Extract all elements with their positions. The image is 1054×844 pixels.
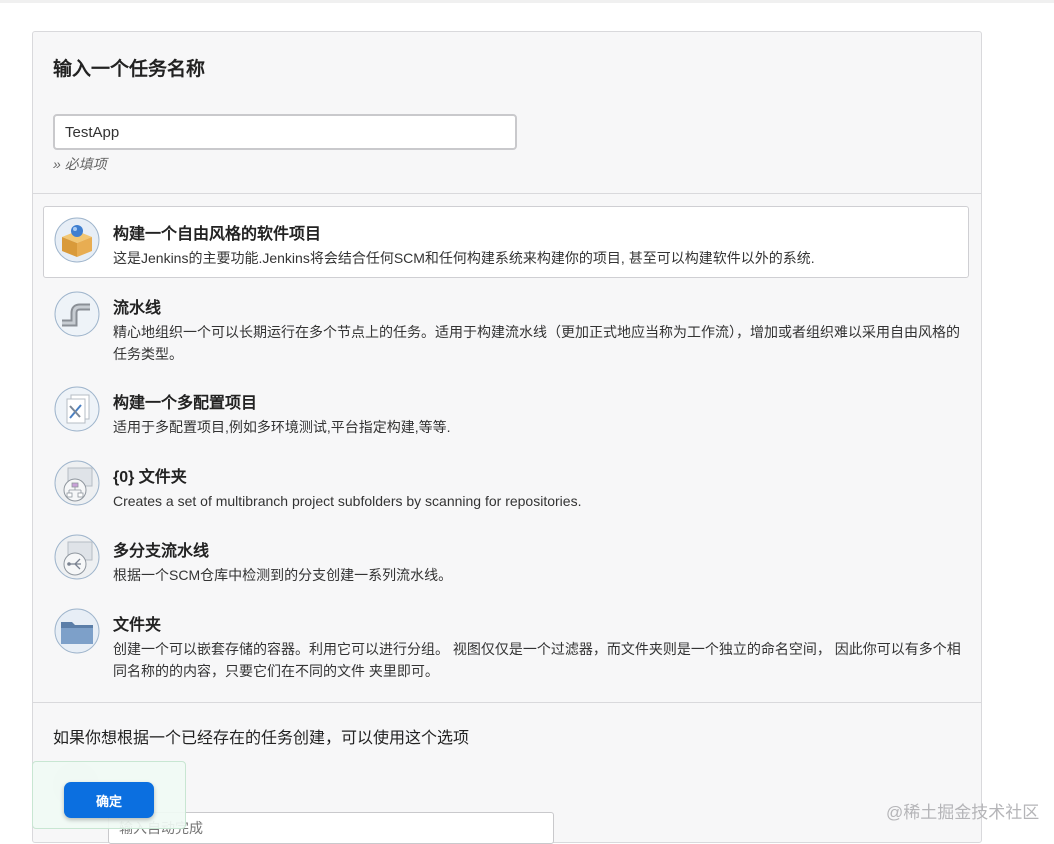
job-type-title: 文件夹 — [113, 617, 162, 634]
page-title: 输入一个任务名称 — [53, 59, 206, 80]
job-type-title: 构建一个自由风格的软件项目 — [113, 226, 322, 243]
divider — [33, 193, 981, 194]
job-type-folder[interactable]: 文件夹 创建一个可以嵌套存储的容器。利用它可以进行分组。 视图仅仅是一个过滤器，… — [43, 597, 969, 691]
job-type-description: 精心地组织一个可以长期运行在多个节点上的任务。适用于构建流水线（更加正式地应当称… — [113, 324, 960, 362]
job-type-title: 多分支流水线 — [113, 543, 210, 560]
job-type-title: 流水线 — [113, 300, 162, 317]
job-type-multibranch[interactable]: 多分支流水线 根据一个SCM仓库中检测到的分支创建一系列流水线。 — [43, 523, 969, 593]
folder-icon — [54, 608, 100, 654]
watermark: @稀土掘金技术社区 — [886, 803, 1040, 822]
item-name-input[interactable] — [53, 114, 517, 150]
required-note: » 必填项 — [53, 156, 107, 172]
ok-button[interactable]: 确定 — [64, 782, 154, 818]
copy-from-text: 如果你想根据一个已经存在的任务创建，可以使用这个选项 — [53, 730, 470, 747]
job-type-description: 适用于多配置项目,例如多环境测试,平台指定构建,等等. — [113, 419, 451, 435]
job-type-title: 构建一个多配置项目 — [113, 395, 258, 412]
divider — [33, 702, 981, 703]
job-type-freestyle[interactable]: 构建一个自由风格的软件项目 这是Jenkins的主要功能.Jenkins将会结合… — [43, 206, 969, 278]
job-type-description: 根据一个SCM仓库中检测到的分支创建一系列流水线。 — [113, 567, 453, 583]
job-type-description: 创建一个可以嵌套存储的容器。利用它可以进行分组。 视图仅仅是一个过滤器，而文件夹… — [113, 641, 961, 679]
freestyle-box-icon — [54, 217, 100, 263]
job-type-description: 这是Jenkins的主要功能.Jenkins将会结合任何SCM和任何构建系统来构… — [113, 250, 815, 266]
new-item-panel: 输入一个任务名称 » 必填项 构建一个自由风格的软件项目 这是Jenkins的主… — [32, 31, 982, 844]
pipeline-pipe-icon — [54, 291, 100, 337]
org-folder-icon — [54, 460, 100, 506]
job-type-org-folder[interactable]: {0} 文件夹 Creates a set of multibranch pro… — [43, 449, 969, 519]
job-type-pipeline[interactable]: 流水线 精心地组织一个可以长期运行在多个节点上的任务。适用于构建流水线（更加正式… — [43, 280, 969, 372]
multi-config-icon — [54, 386, 100, 432]
multibranch-icon — [54, 534, 100, 580]
job-type-description: Creates a set of multibranch project sub… — [113, 493, 582, 509]
job-type-multi-config[interactable]: 构建一个多配置项目 适用于多配置项目,例如多环境测试,平台指定构建,等等. — [43, 375, 969, 445]
top-border — [0, 0, 1054, 3]
job-type-title: {0} 文件夹 — [113, 469, 187, 486]
